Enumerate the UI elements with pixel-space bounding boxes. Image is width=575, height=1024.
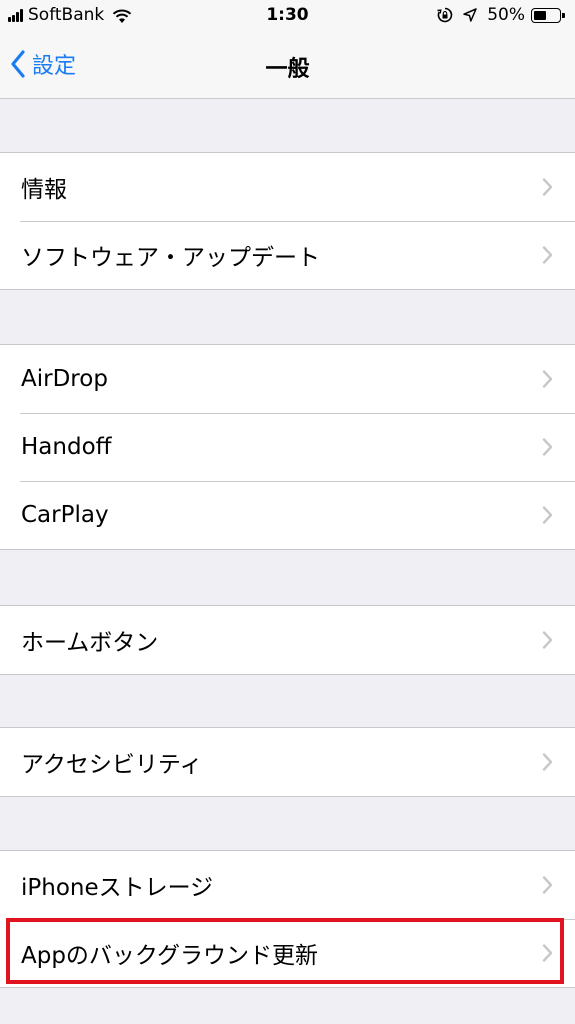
row-label: ソフトウェア・アップデート [21,245,320,271]
settings-row-accessibility[interactable]: アクセシビリティ [0,728,575,796]
row-label: Appのバックグラウンド更新 [21,943,319,969]
settings-row-airdrop[interactable]: AirDrop [0,345,575,413]
chevron-right-icon [542,438,553,456]
settings-group-connectivity: AirDrop Handoff CarPlay [0,344,575,550]
status-bar: SoftBank 1:30 50% [0,0,575,34]
settings-row-iphone-storage[interactable]: iPhoneストレージ [0,851,575,919]
settings-row-handoff[interactable]: Handoff [0,413,575,481]
chevron-right-icon [542,944,553,962]
row-label: AirDrop [21,366,108,392]
chevron-right-icon [542,506,553,524]
chevron-right-icon [542,631,553,649]
row-label: iPhoneストレージ [21,875,214,901]
page-title: 一般 [265,57,310,82]
row-label: ホームボタン [21,630,159,656]
settings-row-about[interactable]: 情報 [0,153,575,221]
battery-percent: 50% [487,5,525,25]
chevron-right-icon [542,753,553,771]
battery-icon [531,7,565,23]
chevron-right-icon [542,876,553,894]
chevron-right-icon [542,178,553,196]
row-label: アクセシビリティ [21,752,203,778]
settings-row-background-app-refresh[interactable]: Appのバックグラウンド更新 [0,919,575,987]
settings-row-home-button[interactable]: ホームボタン [0,606,575,674]
chevron-right-icon [542,370,553,388]
battery-cap [562,12,565,18]
row-label: Handoff [21,434,112,460]
location-icon [463,8,477,22]
settings-row-software-update[interactable]: ソフトウェア・アップデート [0,221,575,289]
battery-level [534,10,546,20]
chevron-right-icon [542,246,553,264]
row-label: 情報 [21,177,67,203]
row-label: CarPlay [21,502,109,528]
navigation-bar: 設定 一般 [0,34,575,99]
status-right: 50% [437,5,565,25]
settings-group-info: 情報 ソフトウェア・アップデート [0,152,575,290]
settings-group-accessibility: アクセシビリティ [0,727,575,797]
settings-row-carplay[interactable]: CarPlay [0,481,575,549]
rotation-lock-icon [437,7,453,23]
settings-group-storage: iPhoneストレージ Appのバックグラウンド更新 [0,850,575,988]
settings-general-screen: SoftBank 1:30 50% 設定 一般 情報 ソフトウェア・アップデート… [0,0,575,1024]
settings-group-home-button: ホームボタン [0,605,575,675]
